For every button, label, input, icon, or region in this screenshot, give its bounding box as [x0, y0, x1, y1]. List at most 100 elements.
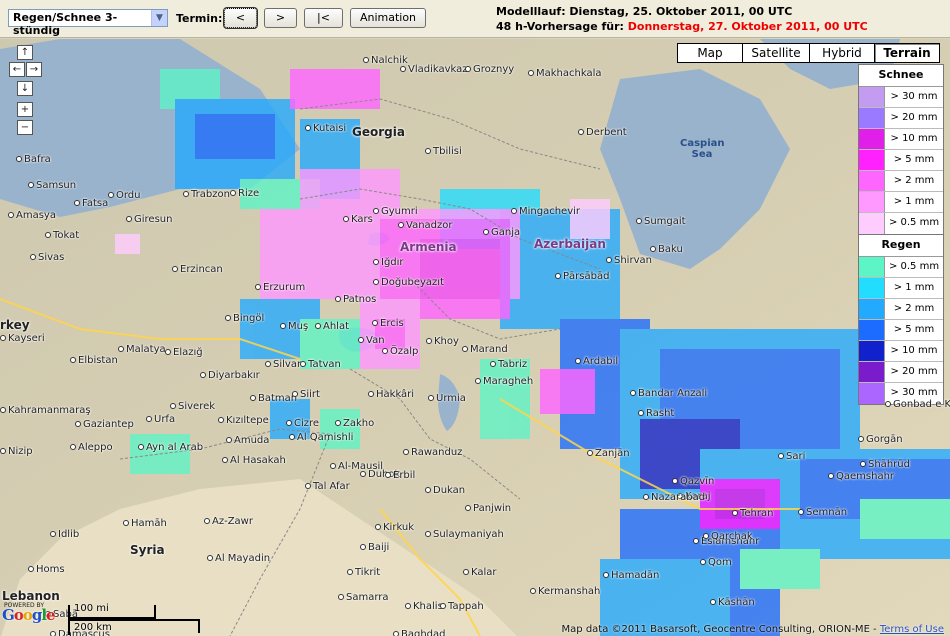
place-label: Shirvan [606, 255, 652, 266]
place-label: Kutaisi [305, 123, 346, 134]
chevron-down-icon[interactable]: ▼ [151, 10, 167, 26]
legend-swatch [859, 87, 885, 107]
country-label: Georgia [352, 125, 405, 139]
animation-button[interactable]: Animation [350, 8, 426, 28]
legend-swatch [859, 129, 885, 149]
place-label: Muş [280, 321, 308, 332]
legend-value: > 30 mm [890, 91, 938, 102]
place-label: Kızıltepe [218, 415, 269, 426]
place-label: Shāhrūd [860, 459, 910, 470]
first-button[interactable]: |< [304, 8, 343, 28]
google-logo[interactable]: Google [2, 606, 56, 624]
place-label: Gorgān [858, 434, 903, 445]
place-label: Nizip [0, 446, 33, 457]
place-label: Urfa [146, 414, 175, 425]
pan-down-button[interactable]: ↓ [17, 81, 33, 96]
map-type-map[interactable]: Map [677, 43, 743, 63]
place-label: Qom [700, 557, 732, 568]
place-label: Rize [230, 188, 259, 199]
place-label: Kayseri [0, 333, 45, 344]
place-label: Al-Mausil [330, 461, 383, 472]
place-label: Amuda [226, 435, 269, 446]
place-label: Trabzon [183, 189, 230, 200]
place-label: Qarchak [703, 531, 753, 542]
scale-km: 200 km [74, 622, 112, 633]
place-label: Silvan [265, 359, 303, 370]
legend-value: > 2 mm [893, 303, 935, 314]
map-type-controls: Map Satellite Hybrid Terrain [677, 43, 940, 63]
scale-bar: 100 mi 200 km [68, 603, 208, 636]
place-label: Khoy [426, 336, 459, 347]
scale-miles: 100 mi [74, 603, 109, 614]
country-label: rkey [0, 318, 30, 332]
forecast-date: Donnerstag, 27. Oktober 2011, 00 UTC [627, 20, 868, 33]
pan-up-button[interactable]: ↑ [17, 45, 33, 60]
product-select[interactable]: Regen/Schnee 3-stündig ▼ [8, 9, 168, 37]
place-label: Aleppo [70, 442, 113, 453]
legend-value: > 5 mm [893, 154, 935, 165]
pan-left-button[interactable]: ← [9, 62, 25, 77]
place-label: Ordu [108, 190, 141, 201]
attribution-text: Map data ©2011 Basarsoft, Geocentre Cons… [561, 624, 880, 635]
place-label: Bingöl [225, 313, 264, 324]
legend-swatch [859, 150, 885, 170]
place-label: Idlib [50, 529, 79, 540]
place-label: Bandar Anzali [630, 388, 707, 399]
place-label: Diyarbakır [200, 370, 260, 381]
legend-swatch [859, 171, 885, 191]
place-label: Cizre [286, 418, 319, 429]
place-label: Batman [250, 393, 297, 404]
pan-right-button[interactable]: → [26, 62, 42, 77]
place-label: Ganja [483, 227, 520, 238]
terms-of-use-link[interactable]: Terms of Use [880, 624, 944, 635]
place-label: Al Hasakah [222, 455, 286, 466]
place-label: Panjwin [465, 503, 511, 514]
next-button[interactable]: > [264, 8, 297, 28]
previous-button[interactable]: < [223, 7, 258, 29]
place-label: Vanadzor [398, 220, 452, 231]
map-type-hybrid[interactable]: Hybrid [809, 43, 875, 63]
place-label: Van [358, 335, 385, 346]
legend-rain-rows: > 0.5 mm > 1 mm > 2 mm > 5 mm > 10 mm > 20 mm… [859, 257, 943, 404]
place-label: Erbil [385, 470, 415, 481]
legend-swatch [859, 341, 885, 361]
legend-row: > 20 mm [859, 108, 943, 129]
legend-row: > 1 mm [859, 192, 943, 213]
place-label: Kars [343, 214, 373, 225]
forecast-line: 48 h-Vorhersage für: Donnerstag, 27. Okt… [496, 19, 868, 34]
legend-row: > 10 mm [859, 129, 943, 150]
legend-row: > 10 mm [859, 341, 943, 362]
place-label: Ahlat [315, 321, 349, 332]
place-label: Derbent [578, 127, 627, 138]
place-label: Dukan [425, 485, 465, 496]
place-label: Al Mayadin [207, 553, 270, 564]
place-label: Baiji [360, 542, 389, 553]
legend-value: > 10 mm [890, 133, 938, 144]
map-canvas[interactable]: ↑ ← → ↓ + − Map Satellite Hybrid Terrain… [0, 39, 950, 636]
zoom-in-button[interactable]: + [17, 102, 33, 117]
place-label: Samsun [28, 180, 76, 191]
termin-label: Termin: [176, 12, 223, 25]
legend-value: > 0.5 mm [888, 217, 940, 228]
legend-rain: Regen > 0.5 mm > 1 mm > 2 mm > 5 mm > 10 mm >… [858, 234, 944, 405]
map-type-terrain[interactable]: Terrain [874, 43, 940, 63]
place-label: Hakkâri [368, 389, 414, 400]
legend-swatch [859, 278, 885, 298]
zoom-out-button[interactable]: − [17, 120, 33, 135]
place-label: Kalar [463, 567, 497, 578]
toolbar: Regen/Schnee 3-stündig ▼ Termin: < > |< … [0, 0, 950, 38]
map-type-satellite[interactable]: Satellite [742, 43, 810, 63]
place-label: Nazarabad [643, 492, 705, 503]
place-label: Khalis [405, 601, 443, 612]
place-label: Gyumri [373, 206, 418, 217]
place-label: Tikrit [347, 567, 380, 578]
legend-row: > 2 mm [859, 299, 943, 320]
legend-value: > 20 mm [890, 366, 938, 377]
place-label: Tal Afar [305, 481, 350, 492]
place-label: Giresun [126, 214, 172, 225]
legend-rain-title: Regen [859, 235, 943, 257]
place-label: Rasht [638, 408, 674, 419]
place-label: Gonbad e Kavus [885, 399, 950, 410]
place-label: Elbistan [70, 355, 118, 366]
place-label: Homs [28, 564, 65, 575]
